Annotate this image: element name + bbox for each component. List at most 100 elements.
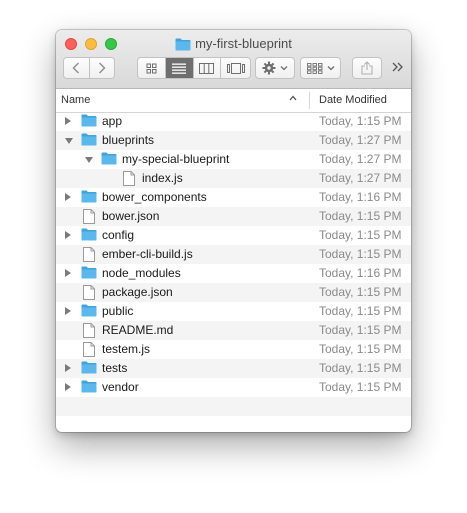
date-modified: Today, 1:15 PM: [319, 285, 402, 299]
file-name: bower.json: [102, 209, 160, 223]
folder-icon: [81, 133, 97, 149]
list-icon: [172, 63, 187, 74]
name-column-header[interactable]: Name: [61, 94, 90, 106]
date-modified: Today, 1:27 PM: [319, 152, 402, 166]
file-row[interactable]: my-special-blueprint Today, 1:27 PM: [56, 150, 411, 169]
arrange-grid-icon: [306, 62, 322, 74]
folder-icon: [81, 380, 97, 396]
date-modified: Today, 1:16 PM: [319, 266, 402, 280]
icon-view-button[interactable]: [138, 58, 166, 78]
file-row[interactable]: tests Today, 1:15 PM: [56, 359, 411, 378]
file-name: public: [102, 304, 134, 318]
file-name: config: [102, 228, 135, 242]
action-menu-button[interactable]: [255, 57, 295, 79]
finder-window: my-first-blueprint Name Date Modified ap…: [56, 30, 411, 432]
file-name: testem.js: [102, 342, 151, 356]
folder-icon: [81, 228, 97, 244]
chevron-right-icon: [98, 62, 106, 74]
grid-icon: [146, 63, 157, 73]
file-row[interactable]: README.md Today, 1:15 PM: [56, 321, 411, 340]
disclosure-triangle-collapsed-icon[interactable]: [65, 231, 71, 239]
sort-ascending-icon[interactable]: [289, 93, 297, 104]
file-row[interactable]: testem.js Today, 1:15 PM: [56, 340, 411, 359]
document-icon: [83, 247, 95, 265]
chevron-down-icon: [327, 66, 334, 71]
folder-icon: [101, 152, 117, 168]
date-column-header[interactable]: Date Modified: [319, 94, 387, 106]
file-name: vendor: [102, 380, 139, 394]
column-divider[interactable]: [309, 92, 310, 109]
file-row[interactable]: node_modules Today, 1:16 PM: [56, 264, 411, 283]
arrange-menu-button[interactable]: [300, 57, 341, 79]
folder-icon: [175, 38, 191, 50]
folder-icon: [81, 361, 97, 377]
column-view-button[interactable]: [193, 58, 222, 78]
window-title: my-first-blueprint: [195, 36, 292, 51]
date-modified: Today, 1:15 PM: [319, 380, 402, 394]
disclosure-triangle-collapsed-icon[interactable]: [65, 383, 71, 391]
date-modified: Today, 1:15 PM: [319, 304, 402, 318]
disclosure-triangle-collapsed-icon[interactable]: [65, 117, 71, 125]
double-chevron-right-icon: [392, 62, 403, 72]
date-modified: Today, 1:15 PM: [319, 323, 402, 337]
list-view-button[interactable]: [165, 58, 194, 78]
file-row[interactable]: package.json Today, 1:15 PM: [56, 283, 411, 302]
file-name: index.js: [142, 171, 183, 185]
date-modified: Today, 1:16 PM: [319, 190, 402, 204]
back-button[interactable]: [64, 58, 90, 78]
share-icon: [361, 61, 373, 75]
document-icon: [83, 323, 95, 341]
disclosure-triangle-expanded-icon[interactable]: [85, 157, 93, 163]
gallery-view-button[interactable]: [221, 58, 250, 78]
toolbar-overflow-button[interactable]: [391, 60, 407, 76]
disclosure-triangle-collapsed-icon[interactable]: [65, 364, 71, 372]
date-modified: Today, 1:27 PM: [319, 171, 402, 185]
chevron-down-icon: [280, 66, 288, 71]
date-modified: Today, 1:15 PM: [319, 228, 402, 242]
date-modified: Today, 1:27 PM: [319, 133, 402, 147]
view-mode-control: [137, 57, 251, 79]
file-row[interactable]: bower_components Today, 1:16 PM: [56, 188, 411, 207]
file-row[interactable]: public Today, 1:15 PM: [56, 302, 411, 321]
file-row[interactable]: blueprints Today, 1:27 PM: [56, 131, 411, 150]
file-row[interactable]: index.js Today, 1:27 PM: [56, 169, 411, 188]
document-icon: [83, 342, 95, 360]
share-button[interactable]: [352, 57, 382, 79]
document-icon: [123, 171, 135, 189]
folder-icon: [81, 190, 97, 206]
disclosure-triangle-collapsed-icon[interactable]: [65, 193, 71, 201]
file-name: blueprints: [102, 133, 155, 147]
date-modified: Today, 1:15 PM: [319, 342, 402, 356]
file-list: app Today, 1:15 PM blueprints Today, 1:27 P…: [56, 112, 411, 416]
file-name: bower_components: [102, 190, 207, 204]
forward-button[interactable]: [89, 58, 114, 78]
file-name: tests: [102, 361, 128, 375]
window-title-area: my-first-blueprint: [56, 36, 411, 52]
file-name: ember-cli-build.js: [102, 247, 193, 261]
columns-icon: [199, 62, 215, 74]
title-bar: my-first-blueprint: [56, 30, 411, 89]
folder-icon: [81, 114, 97, 130]
file-row[interactable]: ember-cli-build.js Today, 1:15 PM: [56, 245, 411, 264]
date-modified: Today, 1:15 PM: [319, 247, 402, 261]
gear-icon: [262, 61, 276, 75]
folder-icon: [81, 304, 97, 320]
file-name: README.md: [102, 323, 174, 337]
disclosure-triangle-collapsed-icon[interactable]: [65, 307, 71, 315]
document-icon: [83, 285, 95, 303]
date-modified: Today, 1:15 PM: [319, 361, 402, 375]
date-modified: Today, 1:15 PM: [319, 209, 402, 223]
disclosure-triangle-expanded-icon[interactable]: [65, 138, 73, 144]
file-name: app: [102, 114, 123, 128]
file-row[interactable]: vendor Today, 1:15 PM: [56, 378, 411, 397]
folder-icon: [81, 266, 97, 282]
file-row[interactable]: bower.json Today, 1:15 PM: [56, 207, 411, 226]
disclosure-triangle-collapsed-icon[interactable]: [65, 269, 71, 277]
chevron-left-icon: [72, 62, 80, 74]
file-row[interactable]: config Today, 1:15 PM: [56, 226, 411, 245]
file-name: node_modules: [102, 266, 181, 280]
file-row[interactable]: app Today, 1:15 PM: [56, 112, 411, 131]
empty-list-row: [56, 397, 411, 416]
file-name: my-special-blueprint: [122, 152, 230, 166]
date-modified: Today, 1:15 PM: [319, 114, 402, 128]
